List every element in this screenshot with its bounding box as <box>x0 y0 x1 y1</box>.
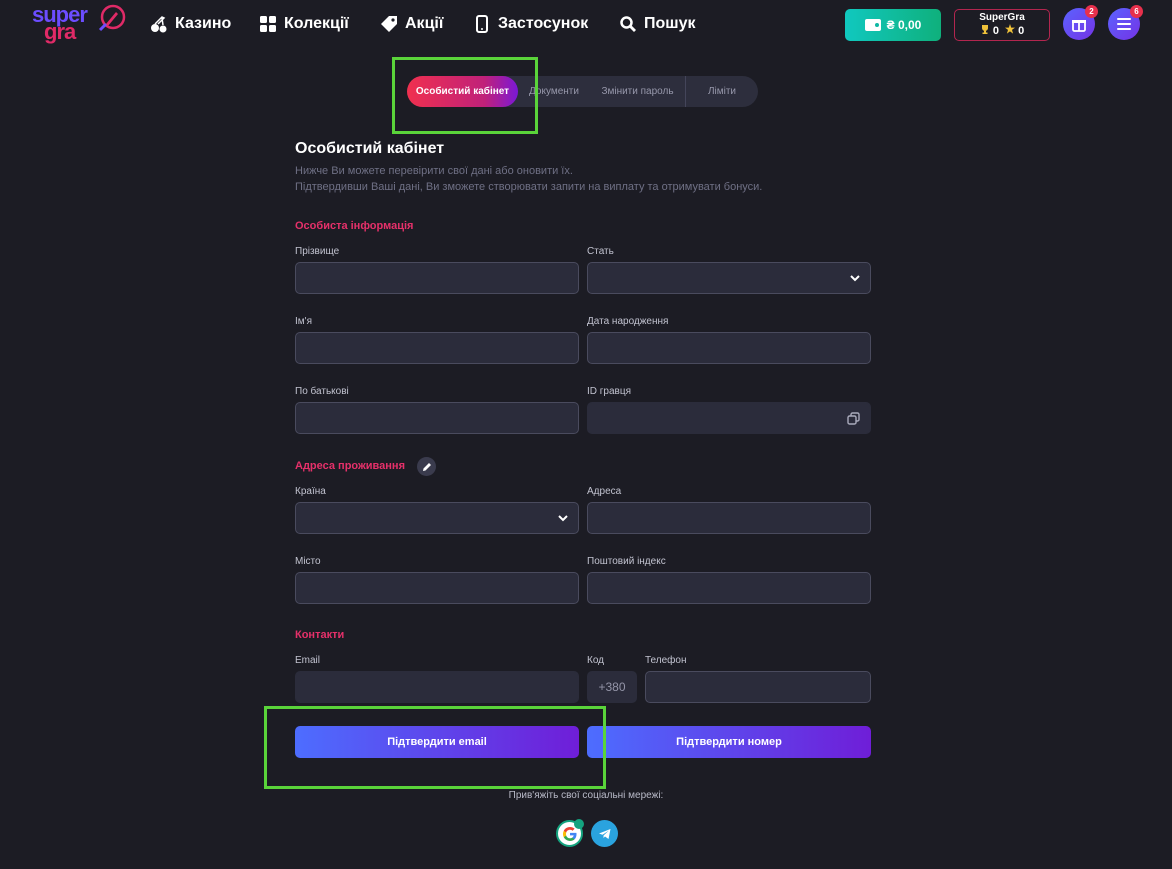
linked-check-icon <box>574 819 584 829</box>
patronymic-input[interactable] <box>295 402 579 434</box>
city-label: Місто <box>295 556 321 567</box>
social-link-label: Прив'яжіть свої соціальні мережі: <box>508 790 664 801</box>
telegram-icon <box>598 828 610 839</box>
google-link-button[interactable] <box>556 819 584 847</box>
highlight-box-tab <box>392 57 538 134</box>
nav-app-label: Застосунок <box>498 15 589 32</box>
pencil-icon <box>422 462 431 471</box>
wallet-balance: ₴ 0,00 <box>886 18 922 32</box>
search-icon <box>620 16 636 32</box>
player-id-field <box>587 402 871 434</box>
profile-widget[interactable]: SuperGra 0 0 <box>954 9 1050 41</box>
copy-icon[interactable] <box>847 412 860 425</box>
star-stat: 0 <box>1005 24 1024 37</box>
birthdate-input[interactable] <box>587 332 871 364</box>
surname-label: Прізвище <box>295 246 340 257</box>
nav-search[interactable]: Пошук <box>619 12 696 36</box>
player-id-label: ID гравця <box>587 386 632 397</box>
first-name-label: Ім'я <box>295 316 312 327</box>
gift-icon <box>1072 20 1086 32</box>
brand-logo[interactable]: super gra <box>32 2 128 44</box>
first-name-input[interactable] <box>295 332 579 364</box>
page-title: Особистий кабінет <box>295 140 445 157</box>
nav-casino[interactable]: Казино <box>150 12 231 36</box>
postcode-input[interactable] <box>587 572 871 604</box>
menu-badge: 6 <box>1130 5 1143 18</box>
phone-code-label: Код <box>587 655 605 666</box>
confirm-phone-button[interactable]: Підтвердити номер <box>587 726 871 758</box>
menu-icon <box>1117 18 1131 30</box>
surname-input[interactable] <box>295 262 579 294</box>
nav-promotions[interactable]: Акції <box>380 12 443 36</box>
gifts-badge: 2 <box>1085 5 1098 18</box>
city-input[interactable] <box>295 572 579 604</box>
nav-collections-label: Колекції <box>284 15 349 32</box>
nav-promotions-label: Акції <box>405 15 444 32</box>
profile-stats: 0 0 <box>955 24 1049 37</box>
country-select[interactable] <box>295 502 579 534</box>
telegram-link-button[interactable] <box>591 820 618 847</box>
trophy-stat: 0 <box>980 24 999 37</box>
phone-label: Телефон <box>645 655 687 666</box>
tab-change-password[interactable]: Змінити пароль <box>590 76 685 107</box>
header: super gra Казино Колекції Акції Застосун… <box>0 0 1172 48</box>
wallet-icon <box>864 19 881 31</box>
trophy-count: 0 <box>992 25 999 37</box>
star-count: 0 <box>1018 25 1025 37</box>
phone-input[interactable] <box>645 671 871 703</box>
address-label: Адреса <box>587 486 622 497</box>
gender-label: Стать <box>587 246 614 257</box>
phone-code-field: +380 <box>587 671 637 703</box>
menu-button[interactable]: 6 <box>1108 5 1143 40</box>
patronymic-label: По батькові <box>295 386 349 397</box>
nav-app[interactable]: Застосунок <box>473 12 588 36</box>
section-address: Адреса проживання <box>295 460 405 472</box>
tag-icon <box>381 16 397 32</box>
address-input[interactable] <box>587 502 871 534</box>
rocket-icon <box>98 4 126 32</box>
nav-search-label: Пошук <box>644 15 696 32</box>
country-label: Країна <box>295 486 326 497</box>
phone-icon <box>476 15 488 33</box>
chevron-down-icon <box>558 515 568 522</box>
birthdate-label: Дата народження <box>587 316 669 327</box>
star-icon <box>1005 24 1015 34</box>
cherry-icon <box>151 16 167 33</box>
profile-name: SuperGra <box>979 12 1025 23</box>
postcode-label: Поштовий індекс <box>587 556 666 567</box>
edit-address-button[interactable] <box>417 457 436 476</box>
page-description-1: Нижче Ви можете перевірити свої дані або… <box>295 165 573 177</box>
nav-collections[interactable]: Колекції <box>259 12 349 36</box>
gifts-button[interactable]: 2 <box>1063 5 1098 40</box>
chevron-down-icon <box>850 275 860 282</box>
highlight-box-email <box>264 706 606 789</box>
email-field[interactable] <box>295 671 579 703</box>
section-personal-info: Особиста інформація <box>295 220 414 232</box>
trophy-icon <box>981 25 988 34</box>
email-label: Email <box>295 655 321 666</box>
wallet-button[interactable]: ₴ 0,00 <box>845 9 941 41</box>
nav-casino-label: Казино <box>175 15 232 32</box>
section-contacts: Контакти <box>295 629 345 641</box>
tab-limits[interactable]: Ліміти <box>685 76 758 107</box>
brand-logo-line2: gra <box>44 19 76 44</box>
gender-select[interactable] <box>587 262 871 294</box>
grid-icon <box>260 16 276 32</box>
page-description-2: Підтвердивши Ваші дані, Ви зможете створ… <box>295 181 763 193</box>
